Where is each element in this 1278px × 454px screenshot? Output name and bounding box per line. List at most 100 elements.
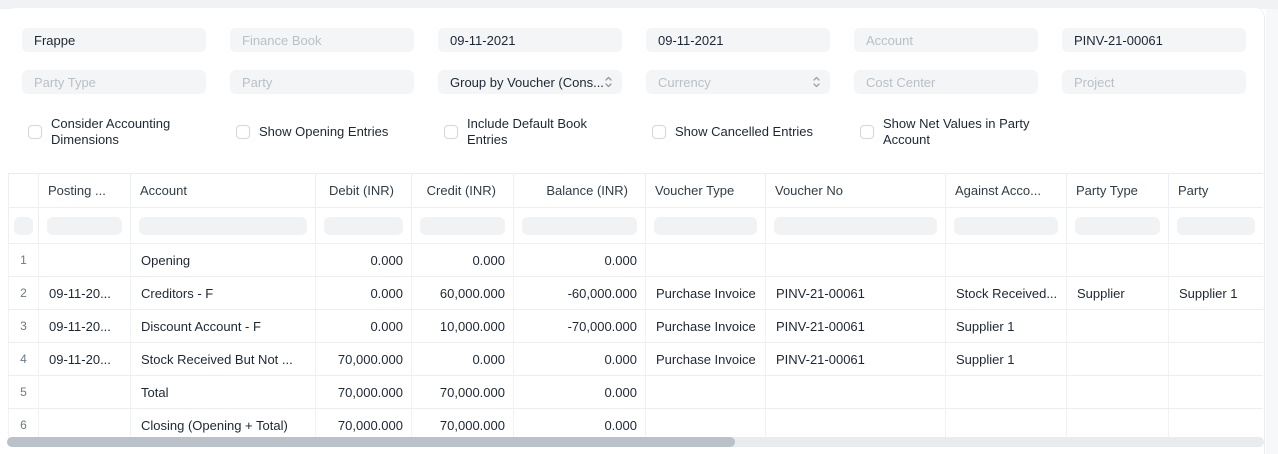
to-date-filter-input[interactable] <box>646 28 830 52</box>
cell-posting-date[interactable]: 09-11-20... <box>39 277 131 310</box>
cell-against-account[interactable]: Supplier 1 <box>946 343 1067 376</box>
cell-party[interactable] <box>1169 343 1263 376</box>
column-filter-input[interactable] <box>522 217 637 235</box>
cell-account[interactable]: Creditors - F <box>131 277 316 310</box>
column-filter-input[interactable] <box>774 217 937 235</box>
column-filter-input[interactable] <box>14 217 33 235</box>
project-filter-input[interactable] <box>1062 70 1246 94</box>
cell-party[interactable] <box>1169 376 1263 409</box>
col-header-debit[interactable]: Debit (INR) <box>316 174 412 208</box>
col-header-credit[interactable]: Credit (INR) <box>412 174 514 208</box>
cell-party[interactable] <box>1169 244 1263 277</box>
show-cancelled-entries-checkbox-item[interactable]: Show Cancelled Entries <box>652 116 830 148</box>
cell-debit[interactable]: 0.000 <box>316 310 412 343</box>
cell-balance[interactable]: 0.000 <box>514 343 646 376</box>
col-header-posting-date[interactable]: Posting ... <box>39 174 131 208</box>
account-filter-input[interactable] <box>854 28 1038 52</box>
col-header-account[interactable]: Account <box>131 174 316 208</box>
checkbox-icon[interactable] <box>444 125 458 139</box>
cell-posting-date[interactable]: 09-11-20... <box>39 343 131 376</box>
cell-credit[interactable]: 0.000 <box>412 343 514 376</box>
column-filter-input[interactable] <box>1075 217 1160 235</box>
cell-against-account[interactable]: Supplier 1 <box>946 310 1067 343</box>
voucher-no-filter-input[interactable] <box>1062 28 1246 52</box>
consider-accounting-dimensions-checkbox-item[interactable]: Consider Accounting Dimensions <box>28 116 206 148</box>
show-opening-entries-checkbox-item[interactable]: Show Opening Entries <box>236 116 414 148</box>
cell-posting-date[interactable] <box>39 244 131 277</box>
party-filter-input[interactable] <box>230 70 414 94</box>
cell-credit[interactable]: 10,000.000 <box>412 310 514 343</box>
column-filter-input[interactable] <box>1177 217 1255 235</box>
row-index: 3 <box>9 310 39 343</box>
column-filter-input[interactable] <box>654 217 757 235</box>
include-default-book-entries-checkbox-item[interactable]: Include Default Book Entries <box>444 116 622 148</box>
cell-account[interactable]: Opening <box>131 244 316 277</box>
checkbox-icon[interactable] <box>236 125 250 139</box>
show-net-values-checkbox-item[interactable]: Show Net Values in Party Account <box>860 116 1038 148</box>
column-filter-input[interactable] <box>954 217 1058 235</box>
cell-party-type[interactable] <box>1067 244 1169 277</box>
col-header-voucher-no[interactable]: Voucher No <box>766 174 946 208</box>
cell-credit[interactable]: 0.000 <box>412 244 514 277</box>
row-index: 2 <box>9 277 39 310</box>
cost-center-filter-input[interactable] <box>854 70 1038 94</box>
finance-book-filter-input[interactable] <box>230 28 414 52</box>
currency-select[interactable]: Currency <box>646 70 830 94</box>
chevron-updown-icon <box>812 75 821 89</box>
company-filter-input[interactable] <box>22 28 206 52</box>
cell-debit[interactable]: 70,000.000 <box>316 376 412 409</box>
checkbox-icon[interactable] <box>860 125 874 139</box>
cell-account[interactable]: Total <box>131 376 316 409</box>
col-header-party[interactable]: Party <box>1169 174 1263 208</box>
cell-party[interactable]: Supplier 1 <box>1169 277 1263 310</box>
cell-account[interactable]: Discount Account - F <box>131 310 316 343</box>
cell-posting-date[interactable] <box>39 376 131 409</box>
checkbox-icon[interactable] <box>28 125 42 139</box>
from-date-filter-input[interactable] <box>438 28 622 52</box>
column-filter-input[interactable] <box>324 217 403 235</box>
cell-party[interactable] <box>1169 310 1263 343</box>
report-card: Group by Voucher (Cons... Currency Consi… <box>6 8 1265 454</box>
col-header-against-account[interactable]: Against Acco... <box>946 174 1067 208</box>
cell-against-account[interactable] <box>946 244 1067 277</box>
cell-party-type[interactable] <box>1067 310 1169 343</box>
cell-voucher-no[interactable]: PINV-21-00061 <box>766 310 946 343</box>
column-filter-input[interactable] <box>47 217 122 235</box>
cell-against-account[interactable] <box>946 376 1067 409</box>
column-filter-input[interactable] <box>420 217 505 235</box>
cell-voucher-no[interactable] <box>766 376 946 409</box>
cell-voucher-type[interactable]: Purchase Invoice <box>646 310 766 343</box>
cell-credit[interactable]: 60,000.000 <box>412 277 514 310</box>
cell-against-account[interactable]: Stock Received... <box>946 277 1067 310</box>
cell-debit[interactable]: 70,000.000 <box>316 343 412 376</box>
cell-voucher-type[interactable] <box>646 376 766 409</box>
cell-balance[interactable]: -60,000.000 <box>514 277 646 310</box>
cell-balance[interactable]: 0.000 <box>514 376 646 409</box>
cell-balance[interactable]: -70,000.000 <box>514 310 646 343</box>
cell-party-type[interactable]: Supplier <box>1067 277 1169 310</box>
cell-voucher-no[interactable] <box>766 244 946 277</box>
cell-balance[interactable]: 0.000 <box>514 244 646 277</box>
cell-party-type[interactable] <box>1067 343 1169 376</box>
cell-debit[interactable]: 0.000 <box>316 244 412 277</box>
cell-voucher-no[interactable]: PINV-21-00061 <box>766 277 946 310</box>
col-header-party-type[interactable]: Party Type <box>1067 174 1169 208</box>
cell-party-type[interactable] <box>1067 376 1169 409</box>
cell-voucher-type[interactable]: Purchase Invoice <box>646 343 766 376</box>
column-filter-input[interactable] <box>139 217 307 235</box>
horizontal-scrollbar-thumb[interactable] <box>7 437 735 447</box>
col-header-balance[interactable]: Balance (INR) <box>514 174 646 208</box>
group-by-select[interactable]: Group by Voucher (Cons... <box>438 70 622 94</box>
party-type-filter-input[interactable] <box>22 70 206 94</box>
cell-account[interactable]: Stock Received But Not ... <box>131 343 316 376</box>
cell-voucher-type[interactable] <box>646 244 766 277</box>
checkbox-icon[interactable] <box>652 125 666 139</box>
cell-debit[interactable]: 0.000 <box>316 277 412 310</box>
col-header-voucher-type[interactable]: Voucher Type <box>646 174 766 208</box>
horizontal-scrollbar[interactable] <box>7 437 1264 447</box>
cell-voucher-no[interactable]: PINV-21-00061 <box>766 343 946 376</box>
cell-voucher-type[interactable]: Purchase Invoice <box>646 277 766 310</box>
checkbox-label: Show Net Values in Party Account <box>883 116 1038 148</box>
cell-credit[interactable]: 70,000.000 <box>412 376 514 409</box>
cell-posting-date[interactable]: 09-11-20... <box>39 310 131 343</box>
